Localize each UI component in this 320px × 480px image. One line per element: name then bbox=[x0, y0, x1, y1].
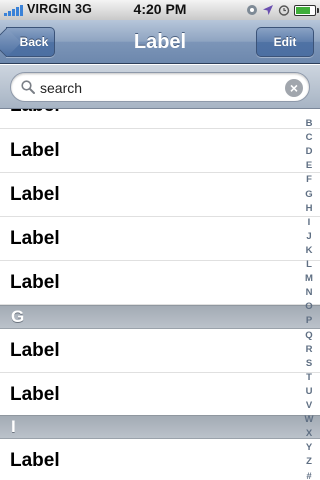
table-row[interactable]: Label bbox=[0, 373, 320, 416]
back-button-label: Back bbox=[19, 35, 49, 49]
index-letter[interactable]: Q bbox=[298, 330, 320, 341]
index-letter[interactable]: I bbox=[298, 217, 320, 228]
table-row[interactable]: Label bbox=[0, 173, 320, 217]
status-bar: VIRGIN 3G 4:20 PM bbox=[0, 0, 320, 20]
section-header-label: G bbox=[11, 307, 25, 326]
edit-button-label: Edit bbox=[273, 35, 297, 49]
index-letter[interactable]: J bbox=[298, 231, 320, 242]
lock-rotation-icon bbox=[247, 5, 257, 15]
search-bar: × bbox=[0, 65, 320, 109]
row-label: Label bbox=[10, 272, 60, 293]
index-letter[interactable]: G bbox=[298, 189, 320, 200]
index-letter[interactable]: X bbox=[298, 428, 320, 439]
index-letter[interactable]: L bbox=[298, 259, 320, 270]
screen: VIRGIN 3G 4:20 PM Label Back Edit search… bbox=[0, 0, 320, 480]
battery-icon bbox=[294, 4, 319, 16]
index-letter[interactable]: N bbox=[298, 287, 320, 298]
index-letter[interactable]: U bbox=[298, 386, 320, 397]
row-label: Label bbox=[10, 109, 60, 117]
row-label: Label bbox=[10, 384, 60, 405]
index-letter[interactable]: M bbox=[298, 273, 320, 284]
index-letter[interactable]: B bbox=[298, 118, 320, 129]
clear-search-button[interactable]: × bbox=[285, 79, 303, 97]
search-input[interactable] bbox=[40, 78, 280, 98]
navigation-bar: Label Back Edit bbox=[0, 20, 320, 64]
edit-button[interactable]: Edit bbox=[256, 27, 314, 57]
row-label: Label bbox=[10, 184, 60, 205]
index-letter[interactable]: F bbox=[298, 174, 320, 185]
index-letter[interactable]: H bbox=[298, 203, 320, 214]
index-letter[interactable]: W bbox=[298, 414, 320, 425]
row-label: Label bbox=[10, 140, 60, 161]
index-letter[interactable]: O bbox=[298, 301, 320, 312]
index-letter[interactable]: K bbox=[298, 245, 320, 256]
table-row[interactable]: Label bbox=[0, 261, 320, 305]
search-icon bbox=[21, 80, 35, 94]
back-button[interactable]: Back bbox=[0, 27, 55, 58]
table-view[interactable]: Label Label Label Label Label G Label La… bbox=[0, 109, 320, 480]
row-label: Label bbox=[10, 340, 60, 361]
location-arrow-icon bbox=[263, 5, 273, 15]
index-letter[interactable]: V bbox=[298, 400, 320, 411]
index-letter[interactable]: E bbox=[298, 160, 320, 171]
index-letter[interactable]: Z bbox=[298, 456, 320, 467]
table-row[interactable]: Label bbox=[0, 129, 320, 173]
section-header: G bbox=[0, 305, 320, 329]
row-label: Label bbox=[10, 228, 60, 249]
index-letter[interactable]: Y bbox=[298, 442, 320, 453]
alarm-icon bbox=[278, 5, 290, 16]
index-letter[interactable]: C bbox=[298, 132, 320, 143]
search-field[interactable]: × bbox=[10, 72, 310, 102]
index-letter[interactable]: R bbox=[298, 344, 320, 355]
row-label: Label bbox=[10, 450, 60, 471]
table-row[interactable]: Label bbox=[0, 439, 320, 480]
index-letter[interactable]: P bbox=[298, 315, 320, 326]
index-letter[interactable]: S bbox=[298, 358, 320, 369]
index-letter[interactable]: # bbox=[298, 471, 320, 480]
table-row[interactable]: Label bbox=[0, 217, 320, 261]
status-icons bbox=[246, 3, 319, 17]
section-index[interactable]: B C D E F G H I J K L M N O P Q R S T U V W X Y Z # bbox=[298, 109, 320, 480]
section-header: I bbox=[0, 415, 320, 439]
index-letter[interactable]: T bbox=[298, 372, 320, 383]
clear-icon: × bbox=[289, 80, 299, 96]
table-row[interactable]: Label bbox=[0, 329, 320, 373]
table-row[interactable]: Label bbox=[0, 109, 320, 129]
index-letter[interactable]: D bbox=[298, 146, 320, 157]
battery-fill bbox=[296, 6, 310, 14]
section-header-label: I bbox=[11, 417, 16, 436]
back-arrow-shape bbox=[0, 27, 22, 58]
